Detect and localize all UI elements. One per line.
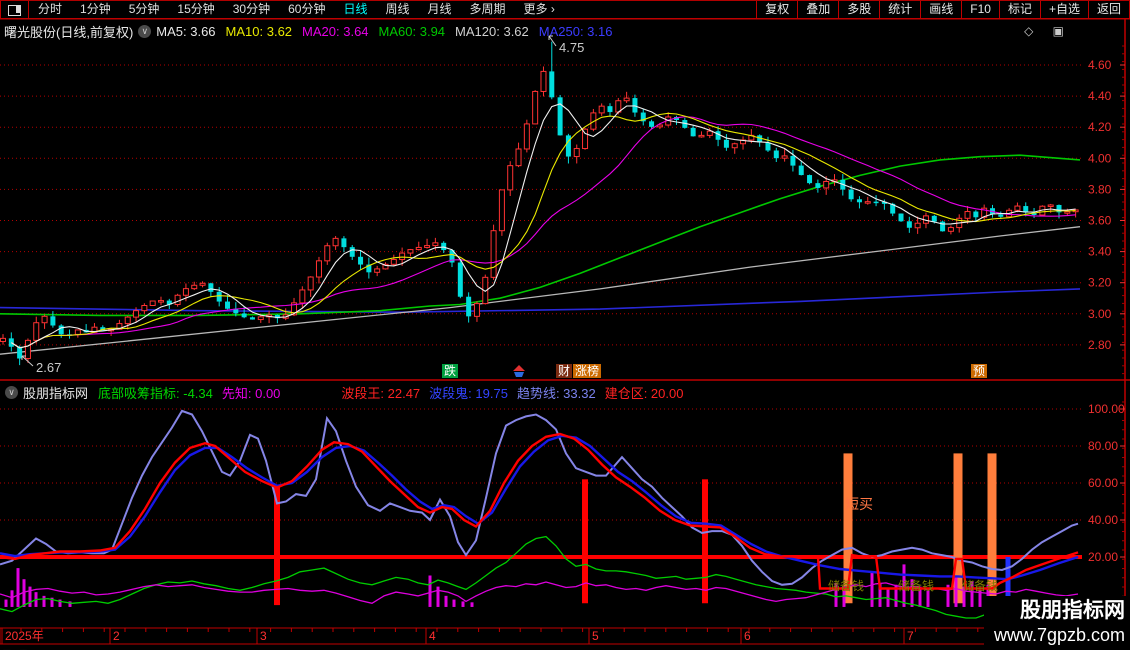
rank-badge-prefix[interactable]: 财 — [556, 364, 573, 378]
svg-text:7: 7 — [907, 629, 914, 643]
svg-text:2: 2 — [113, 629, 120, 643]
fall-badge[interactable]: 跌 — [442, 364, 459, 378]
svg-text:60.00: 60.00 — [1088, 476, 1118, 490]
watermark-url: www.7gpzb.com — [993, 625, 1125, 645]
svg-text:2.67: 2.67 — [36, 360, 61, 375]
svg-text:4.20: 4.20 — [1088, 120, 1112, 134]
svg-text:100.00: 100.00 — [1088, 402, 1125, 416]
svg-text:2.80: 2.80 — [1088, 338, 1112, 352]
svg-text:4: 4 — [429, 629, 436, 643]
svg-text:3.60: 3.60 — [1088, 214, 1112, 228]
chevron-down-icon[interactable]: ∨ — [5, 385, 18, 399]
clipped-bottom-row: ▗▖ ▗▖ — [0, 645, 1130, 650]
svg-text:3.80: 3.80 — [1088, 182, 1112, 196]
indicator-value-2: 波段王: 22.47 — [341, 385, 421, 401]
svg-text:储备钱: 储备钱 — [828, 578, 864, 593]
svg-text:6: 6 — [744, 629, 751, 643]
svg-text:短买: 短买 — [845, 496, 873, 512]
indicator-value-0: 底部吸筹指标: -4.34 — [98, 385, 213, 401]
svg-text:2025年: 2025年 — [5, 629, 44, 643]
svg-text:4.75: 4.75 — [559, 40, 584, 55]
forecast-badge[interactable]: 预 — [971, 364, 988, 378]
svg-text:储备钱: 储备钱 — [962, 578, 998, 593]
svg-text:3: 3 — [260, 629, 267, 643]
chart-canvas: 4.60 4.40 4.20 4.00 3.80 3.60 3.40 3.20 3.00 2.80… — [0, 18, 1130, 645]
svg-text:40.00: 40.00 — [1088, 513, 1118, 527]
svg-text:80.00: 80.00 — [1088, 439, 1118, 453]
indicator-header: ∨ 股朋指标网 底部吸筹指标: -4.34 先知: 0.00 波段王: 22.47 波… — [0, 383, 1080, 401]
svg-text:储备钱: 储备钱 — [898, 578, 934, 593]
svg-text:20.00: 20.00 — [1088, 550, 1118, 564]
chart-area[interactable]: 4.60 4.40 4.20 4.00 3.80 3.60 3.40 3.20 3.00 2.80… — [0, 0, 1130, 650]
indicator-values: 底部吸筹指标: -4.34 先知: 0.00 波段王: 22.47 波段鬼: 19.7… — [98, 383, 692, 402]
svg-text:4.60: 4.60 — [1088, 58, 1112, 72]
svg-text:3.00: 3.00 — [1088, 307, 1112, 321]
watermark-site-name: 股朋指标网 — [1020, 599, 1125, 622]
svg-text:3.40: 3.40 — [1088, 245, 1112, 259]
indicator-value-5: 建仓区: 20.00 — [604, 385, 684, 401]
svg-text:3.20: 3.20 — [1088, 276, 1112, 290]
indicator-site-title: 股朋指标网 — [23, 385, 89, 401]
indicator-value-4: 趋势线: 33.32 — [516, 385, 596, 401]
watermark: 股朋指标网 www.7gpzb.com — [984, 596, 1130, 650]
svg-text:4.00: 4.00 — [1088, 151, 1112, 165]
svg-text:5: 5 — [592, 629, 599, 643]
rank-badge[interactable]: 涨榜 — [573, 364, 602, 378]
indicator-value-3: 波段鬼: 19.75 — [429, 385, 508, 401]
svg-text:4.40: 4.40 — [1088, 89, 1112, 103]
indicator-value-1: 先知: 0.00 — [221, 385, 281, 401]
